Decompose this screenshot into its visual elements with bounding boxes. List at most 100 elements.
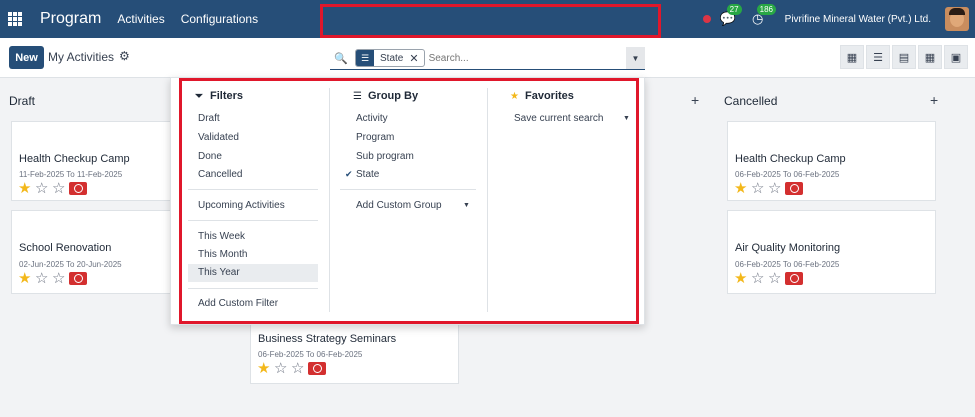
- activity-clock-icon[interactable]: [785, 182, 803, 195]
- card-title: Health Checkup Camp: [19, 153, 130, 165]
- app-menu-icon[interactable]: [8, 12, 22, 26]
- filter-item-this-week[interactable]: This Week: [198, 231, 245, 242]
- nav-activities[interactable]: Activities: [117, 12, 164, 26]
- activity-clock-icon[interactable]: [308, 362, 326, 375]
- kanban-view-icon[interactable]: ▦: [840, 45, 864, 69]
- search-facet[interactable]: ☰ State ✕: [355, 49, 425, 67]
- filter-item-upcoming[interactable]: Upcoming Activities: [198, 200, 285, 211]
- star-icon: ★: [510, 90, 519, 102]
- filter-item-draft[interactable]: Draft: [198, 113, 220, 124]
- kanban-card[interactable]: Air Quality Monitoring 06-Feb-2025 To 06…: [727, 210, 936, 294]
- search-icon[interactable]: 🔍: [334, 52, 348, 65]
- checkmark-icon: ✔: [345, 169, 353, 179]
- star-filled-icon[interactable]: ★: [257, 361, 274, 376]
- layers-icon: ☰: [356, 50, 374, 66]
- column-title-cancelled: Cancelled: [724, 94, 778, 108]
- search-bar[interactable]: 🔍 ☰ State ✕ ▼: [330, 47, 645, 70]
- star-filled-icon[interactable]: ★: [734, 181, 751, 196]
- star-filled-icon[interactable]: ★: [18, 181, 35, 196]
- control-panel: New My Activities ⚙ 🔍 ☰ State ✕ ▼ ▦ ☰ ▤ …: [0, 38, 975, 78]
- list-view-icon[interactable]: ☰: [866, 45, 890, 69]
- caret-down-icon[interactable]: ▼: [623, 115, 630, 122]
- chevron-down-icon[interactable]: ▼: [463, 202, 470, 209]
- card-dates: 06-Feb-2025 To 06-Feb-2025: [735, 260, 840, 269]
- card-title: Air Quality Monitoring: [735, 242, 841, 254]
- group-by-header: ☰ Group By: [353, 90, 418, 102]
- star-empty-icon[interactable]: ☆: [768, 181, 785, 196]
- card-dates: 06-Feb-2025 To 06-Feb-2025: [735, 170, 840, 179]
- priority-stars: ★ ☆ ☆: [734, 271, 803, 286]
- star-empty-icon[interactable]: ☆: [751, 271, 768, 286]
- filter-item-this-month[interactable]: This Month: [198, 249, 247, 260]
- save-current-search[interactable]: Save current search: [514, 113, 604, 124]
- group-by-sub-program[interactable]: Sub program: [356, 151, 414, 162]
- star-empty-icon[interactable]: ☆: [291, 361, 308, 376]
- view-switcher: ▦ ☰ ▤ ▦ ▣: [838, 45, 968, 69]
- chat-icon[interactable]: 💬 27: [719, 4, 742, 28]
- add-custom-filter[interactable]: Add Custom Filter: [198, 298, 278, 309]
- new-button[interactable]: New: [9, 46, 44, 69]
- star-filled-icon[interactable]: ★: [18, 271, 35, 286]
- company-switcher[interactable]: Pivrifine Mineral Water (Pvt.) Ltd.: [785, 14, 931, 25]
- search-options-toggle[interactable]: ▼: [626, 47, 645, 69]
- star-empty-icon[interactable]: ☆: [52, 271, 69, 286]
- star-empty-icon[interactable]: ☆: [751, 181, 768, 196]
- star-empty-icon[interactable]: ☆: [274, 361, 291, 376]
- divider: [340, 189, 476, 190]
- layers-icon: ☰: [353, 90, 362, 102]
- group-by-title: Group By: [368, 90, 419, 102]
- column-title-draft: Draft: [9, 94, 36, 108]
- activity-clock-icon[interactable]: [69, 272, 87, 285]
- filter-item-done[interactable]: Done: [198, 151, 222, 162]
- kanban-card[interactable]: School Renovation 02-Jun-2025 To 20-Jun-…: [11, 210, 177, 294]
- gear-icon[interactable]: ⚙: [119, 49, 130, 63]
- group-by-state[interactable]: State: [356, 169, 379, 180]
- divider: [188, 189, 318, 190]
- user-avatar[interactable]: [945, 7, 969, 31]
- priority-stars: ★ ☆ ☆: [257, 361, 326, 376]
- search-input[interactable]: [428, 52, 619, 64]
- group-by-activity[interactable]: Activity: [356, 113, 388, 124]
- calendar-view-icon[interactable]: ▣: [944, 45, 968, 69]
- star-empty-icon[interactable]: ☆: [35, 181, 52, 196]
- facet-label: State: [380, 52, 404, 64]
- search-options-dropdown: ⏷ Filters Draft Validated Done Cancelled…: [170, 77, 645, 325]
- card-title: School Renovation: [19, 242, 112, 254]
- kanban-card[interactable]: Health Checkup Camp 06-Feb-2025 To 06-Fe…: [727, 121, 936, 201]
- column-add-icon[interactable]: +: [930, 92, 938, 108]
- star-empty-icon[interactable]: ☆: [768, 271, 785, 286]
- star-filled-icon[interactable]: ★: [734, 271, 751, 286]
- card-dates: 06-Feb-2025 To 06-Feb-2025: [258, 350, 363, 359]
- card-title: Business Strategy Seminars: [258, 333, 397, 345]
- add-custom-group[interactable]: Add Custom Group: [356, 200, 442, 211]
- group-by-program[interactable]: Program: [356, 132, 394, 143]
- kanban-card[interactable]: Health Checkup Camp 11-Feb-2025 To 11-Fe…: [11, 121, 177, 201]
- app-name[interactable]: Program: [40, 10, 101, 28]
- column-divider: [487, 88, 488, 312]
- divider: [188, 288, 318, 289]
- recording-indicator[interactable]: [702, 15, 711, 23]
- column-add-icon[interactable]: +: [691, 92, 699, 108]
- remove-facet-icon[interactable]: ✕: [409, 52, 423, 65]
- star-empty-icon[interactable]: ☆: [35, 271, 52, 286]
- pivot-view-icon[interactable]: ▦: [918, 45, 942, 69]
- activity-clock-icon[interactable]: [785, 272, 803, 285]
- column-divider: [329, 88, 330, 312]
- favorites-title: Favorites: [525, 90, 574, 102]
- filter-item-cancelled[interactable]: Cancelled: [198, 169, 242, 180]
- priority-stars: ★ ☆ ☆: [734, 181, 803, 196]
- divider: [188, 220, 318, 221]
- filter-item-validated[interactable]: Validated: [198, 132, 239, 143]
- activity-clock-icon[interactable]: [69, 182, 87, 195]
- nav-configurations[interactable]: Configurations: [181, 12, 258, 26]
- priority-stars: ★ ☆ ☆: [18, 271, 87, 286]
- activity-count-badge: 186: [756, 4, 777, 15]
- graph-view-icon[interactable]: ▤: [892, 45, 916, 69]
- favorites-header: ★ Favorites: [510, 90, 574, 102]
- activity-clock-icon[interactable]: ◷ 186: [749, 4, 777, 28]
- filter-item-this-year[interactable]: This Year: [188, 264, 318, 282]
- filter-icon: ⏷: [195, 90, 203, 102]
- star-empty-icon[interactable]: ☆: [52, 181, 69, 196]
- search-highlight-box: [320, 4, 661, 38]
- chat-count-badge: 27: [726, 4, 742, 15]
